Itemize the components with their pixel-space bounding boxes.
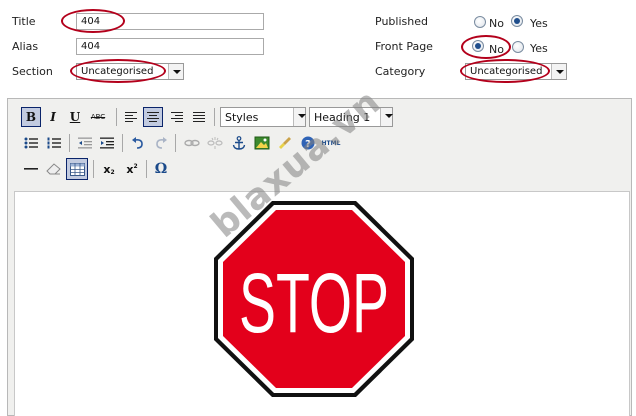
frontpage-no-radio[interactable] [472, 40, 484, 52]
chevron-down-icon [168, 64, 183, 79]
numbered-list-icon[interactable] [44, 133, 64, 153]
unlink-icon[interactable] [205, 133, 225, 153]
alias-label: Alias [12, 40, 39, 53]
undo-icon[interactable] [128, 133, 148, 153]
outdent-icon[interactable] [75, 133, 95, 153]
special-char-button[interactable]: Ω [151, 159, 171, 179]
subscript-button[interactable]: x2 [99, 159, 119, 179]
link-icon[interactable] [182, 133, 202, 153]
chevron-down-icon [551, 64, 566, 79]
stop-sign-text: STOP [239, 256, 389, 350]
title-label: Title [12, 15, 36, 28]
table-icon[interactable] [66, 158, 88, 180]
frontpage-label: Front Page [375, 40, 433, 53]
section-select[interactable]: Uncategorised [76, 63, 184, 80]
section-label: Section [12, 65, 53, 78]
published-yes-radio[interactable] [511, 15, 523, 27]
underline-button[interactable]: U [65, 107, 85, 127]
eraser-icon[interactable] [44, 159, 64, 179]
published-yes-label: Yes [530, 17, 548, 30]
align-left-icon[interactable] [121, 107, 141, 127]
bullet-list-icon[interactable] [21, 133, 41, 153]
category-select-value: Uncategorised [470, 66, 543, 77]
superscript-x: x [126, 162, 134, 176]
styles-select[interactable]: Styles [220, 107, 306, 127]
redo-icon[interactable] [151, 133, 171, 153]
image-icon[interactable] [252, 133, 272, 153]
styles-select-value: Styles [225, 111, 259, 124]
frontpage-no-label: No [489, 43, 504, 56]
category-label: Category [375, 65, 426, 78]
section-select-value: Uncategorised [81, 66, 154, 77]
indent-icon[interactable] [97, 133, 117, 153]
superscript-button[interactable]: x2 [122, 159, 142, 179]
category-select[interactable]: Uncategorised [465, 63, 567, 80]
strikethrough-button[interactable]: ABC [88, 107, 108, 127]
align-center-icon[interactable] [143, 107, 163, 127]
chevron-down-icon [293, 108, 306, 126]
horizontal-rule-icon[interactable] [21, 159, 41, 179]
alias-input[interactable]: 404 [76, 38, 264, 55]
published-no-label: No [489, 17, 504, 30]
published-no-radio[interactable] [474, 16, 486, 28]
align-right-icon[interactable] [167, 107, 187, 127]
subscript-x: x [103, 162, 111, 176]
published-label: Published [375, 15, 428, 28]
frontpage-yes-label: Yes [530, 42, 548, 55]
title-input[interactable]: 404 [76, 13, 264, 30]
align-justify-icon[interactable] [189, 107, 209, 127]
italic-button[interactable]: I [43, 107, 63, 127]
anchor-icon[interactable] [229, 133, 249, 153]
frontpage-yes-radio[interactable] [512, 41, 524, 53]
bold-button[interactable]: B [21, 107, 41, 127]
